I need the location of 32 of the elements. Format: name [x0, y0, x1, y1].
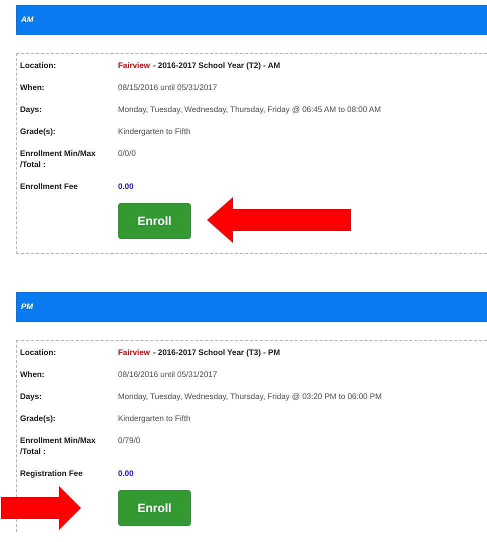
field-label: Location: [20, 347, 57, 358]
field-label: Registration Fee [20, 468, 84, 479]
field-label: When: [20, 82, 46, 93]
field-value: 0/0/0 [118, 148, 136, 160]
location-link[interactable]: Fairview [118, 347, 150, 358]
field-label: When: [20, 369, 46, 380]
location-link[interactable]: Fairview [118, 60, 150, 71]
field-label: Enrollment Fee [20, 181, 79, 192]
field-value: 08/15/2016 until 05/31/2017 [118, 82, 218, 93]
location-text: - 2016-2017 School Year (T2) - AM [153, 60, 280, 71]
section-header: AM [16, 5, 487, 35]
arrow-icon [1, 486, 81, 530]
arrow-icon [207, 197, 351, 243]
field-value: 0/79/0 [118, 435, 140, 447]
section-header: PM [16, 292, 487, 322]
fee-value: 0.00 [118, 468, 134, 479]
field-value: Monday, Tuesday, Wednesday, Thursday, Friday @ 06:45 AM to 08:00 AM [118, 104, 381, 115]
field-label: Enrollment Min/Max /Total : [20, 435, 97, 457]
enroll-button[interactable]: Enroll [118, 490, 191, 526]
location-text: - 2016-2017 School Year (T3) - PM [153, 347, 280, 358]
field-label: Enrollment Min/Max /Total : [20, 148, 97, 170]
field-label: Grade(s): [20, 126, 57, 137]
enroll-button[interactable]: Enroll [118, 203, 191, 239]
field-value: Kindergarten to Fifth [118, 126, 190, 137]
field-label: Grade(s): [20, 413, 57, 424]
field-value: Monday, Tuesday, Wednesday, Thursday, Friday @ 03:20 PM to 06:00 PM [118, 391, 382, 402]
fee-value: 0.00 [118, 181, 134, 192]
field-value: Kindergarten to Fifth [118, 413, 190, 424]
field-label: Location: [20, 60, 57, 71]
field-label: Days: [20, 391, 43, 402]
field-label: Days: [20, 104, 43, 115]
field-value: 08/16/2016 until 05/31/2017 [118, 369, 218, 380]
